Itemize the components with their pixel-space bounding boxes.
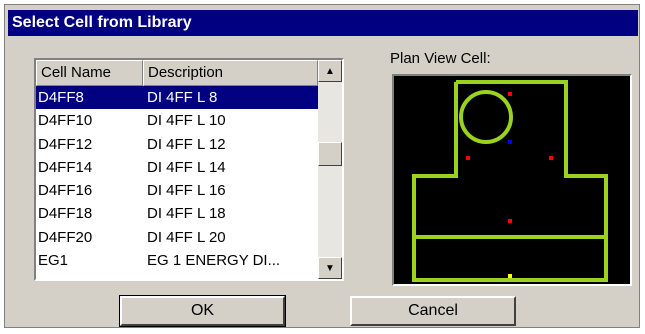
list-item[interactable]: D4FF16 DI 4FF L 16: [36, 179, 318, 202]
scroll-up-button[interactable]: ▲: [318, 60, 342, 82]
cell-name: D4FF10: [38, 112, 93, 130]
plan-view-preview: [392, 74, 632, 286]
list-header: Cell Name Description: [36, 60, 318, 86]
cell-description: DI 4FF L 16: [147, 182, 226, 200]
vertical-scrollbar[interactable]: ▲ ▼: [318, 60, 342, 279]
column-header-description[interactable]: Description: [143, 60, 318, 86]
cell-description: EG 1 ENERGY DI...: [147, 252, 281, 270]
column-header-cell-name[interactable]: Cell Name: [36, 60, 143, 86]
cell-name: D4FF14: [38, 158, 93, 176]
cell-circle: [459, 90, 513, 144]
cell-description: DI 4FF L 14: [147, 158, 226, 176]
cell-listbox[interactable]: Cell Name Description D4FF8 DI 4FF L 8 D4F…: [34, 58, 344, 281]
cell-name: D4FF20: [38, 228, 93, 246]
cell-name: D4FF8: [38, 89, 84, 106]
list-item[interactable]: D4FF20 DI 4FF L 20: [36, 226, 318, 249]
list-rows: D4FF8 DI 4FF L 8 D4FF10 DI 4FF L 10 D4FF12 DI…: [36, 86, 318, 272]
origin-point: [508, 140, 512, 144]
ok-button[interactable]: OK: [119, 295, 286, 327]
list-item[interactable]: D4FF10 DI 4FF L 10: [36, 109, 318, 132]
cell-description: DI 4FF L 10: [147, 112, 226, 130]
point-4: [508, 219, 512, 223]
cell-name: EG1: [38, 252, 69, 270]
point-1: [508, 92, 512, 96]
cell-description: DI 4FF L 12: [147, 135, 226, 153]
scroll-thumb[interactable]: [318, 142, 342, 166]
point-3: [549, 156, 553, 160]
list-item[interactable]: EG1 EG 1 ENERGY DI...: [36, 249, 318, 272]
cell-name: D4FF16: [38, 182, 93, 200]
cell-description: DI 4FF L 8: [147, 89, 218, 106]
cell-name: D4FF18: [38, 205, 93, 223]
triangle-down-icon: ▼: [325, 262, 335, 274]
list-item[interactable]: D4FF12 DI 4FF L 12: [36, 133, 318, 156]
cell-name: D4FF12: [38, 135, 93, 153]
list-item[interactable]: D4FF18 DI 4FF L 18: [36, 202, 318, 225]
plan-view-label: Plan View Cell:: [390, 50, 491, 67]
list-item[interactable]: D4FF8 DI 4FF L 8: [36, 86, 318, 110]
cell-description: DI 4FF L 20: [147, 228, 226, 246]
cell-drawing: [412, 80, 608, 282]
cell-description: DI 4FF L 18: [147, 205, 226, 223]
marker-point: [508, 274, 512, 278]
scroll-down-button[interactable]: ▼: [318, 257, 342, 279]
list-item[interactable]: D4FF14 DI 4FF L 14: [36, 156, 318, 179]
dialog-title: Select Cell from Library: [8, 10, 638, 36]
cancel-button[interactable]: Cancel: [350, 296, 516, 326]
triangle-up-icon: ▲: [325, 65, 335, 77]
point-2: [466, 156, 470, 160]
